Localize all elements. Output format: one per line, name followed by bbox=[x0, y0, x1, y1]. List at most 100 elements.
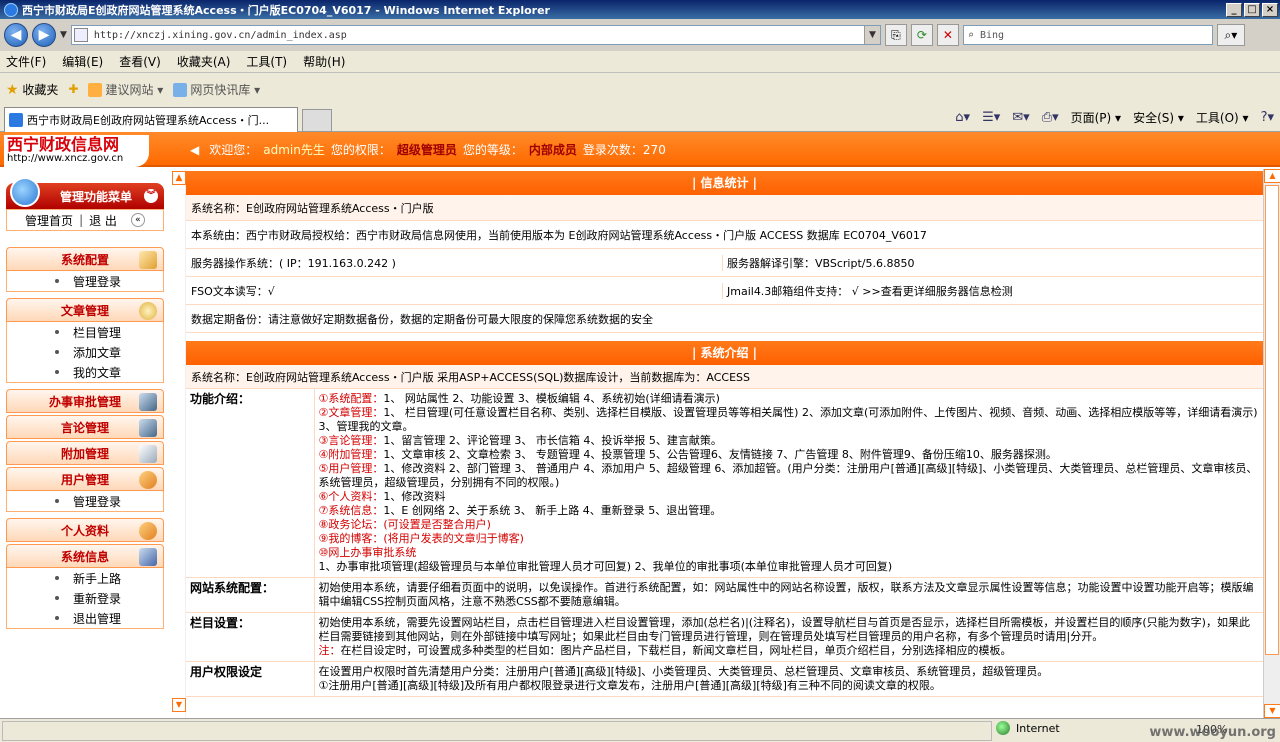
slice-icon bbox=[173, 83, 188, 97]
comments-icon bbox=[139, 419, 157, 437]
func-line: ⑦系统信息：1、E 创网络 2、关于系统 3、 新手上路 4、重新登录 5、退出… bbox=[318, 504, 722, 517]
tab-page-icon bbox=[9, 113, 23, 127]
section-header[interactable]: 系统信息 bbox=[6, 544, 164, 568]
section-header[interactable]: 办事审批管理 bbox=[6, 389, 164, 413]
sidebar-section-sysinfo: 系统信息 新手上路 重新登录 退出管理 bbox=[6, 544, 164, 629]
search-input[interactable]: ⌕ Bing bbox=[962, 25, 1213, 45]
menu-help[interactable]: 帮助(H) bbox=[303, 53, 345, 70]
chevron-left-icon[interactable]: « bbox=[130, 213, 145, 227]
add-favorite-icon[interactable]: ✚ bbox=[68, 82, 78, 96]
safety-menu[interactable]: 安全(S) ▾ bbox=[1133, 109, 1184, 126]
menu-file[interactable]: 文件(F) bbox=[6, 53, 46, 70]
address-field[interactable]: http://xnczj.xining.gov.cn/admin_index.a… bbox=[70, 25, 881, 45]
users-icon bbox=[139, 471, 157, 489]
tools-menu[interactable]: 工具(O) ▾ bbox=[1196, 109, 1249, 126]
back-button[interactable]: ◀ bbox=[4, 23, 28, 47]
menu-globe-icon bbox=[10, 177, 40, 207]
site-logo[interactable]: 西宁财政信息网 http://www.xncz.gov.cn bbox=[4, 135, 149, 167]
info-component-row: FSO文本读写：√ Jmail4.3邮箱组件支持： √ >>查看更详细服务器信息… bbox=[186, 277, 1263, 305]
func-line: ④附加管理：1、文章审核 2、文章检索 3、 专题管理 4、投票管理 5、公告管… bbox=[318, 448, 1057, 461]
sidebar-scroll-down-icon[interactable]: ▼ bbox=[172, 698, 186, 712]
new-tab-button[interactable] bbox=[302, 109, 332, 132]
star-icon: ★ bbox=[6, 81, 19, 98]
maximize-button[interactable]: □ bbox=[1244, 2, 1260, 17]
page-menu[interactable]: 页面(P) ▾ bbox=[1071, 109, 1121, 126]
site-config-content: 初始使用本系统，请要仔细看页面中的说明，以免误操作。首进行系统配置，如：网站属性… bbox=[313, 577, 1263, 613]
favorites-button[interactable]: ★ 收藏夹 bbox=[6, 81, 58, 98]
sidebar: ▲ 管理功能菜单 ︾ 管理首页 | 退 出 « 系统配置 管理登录 文章管理 栏… bbox=[0, 169, 186, 718]
func-line: ⑨我的博客：(将用户发表的文章归于博客) bbox=[318, 532, 524, 545]
refresh-icon[interactable]: ⟳ bbox=[910, 24, 933, 46]
section-header[interactable]: 用户管理 bbox=[6, 467, 164, 491]
forward-button[interactable]: ▶ bbox=[32, 23, 56, 47]
menu-favorites[interactable]: 收藏夹(A) bbox=[177, 53, 231, 70]
func-line: ⑤用户管理：1、修改资料 2、部门管理 3、 普通用户 4、添加用户 5、超级管… bbox=[318, 462, 1258, 489]
section-header[interactable]: 言论管理 bbox=[6, 415, 164, 439]
compat-view-icon[interactable]: ⎘ bbox=[884, 24, 907, 46]
calendar-icon bbox=[139, 548, 157, 566]
stop-icon[interactable]: ✕ bbox=[936, 24, 959, 46]
tab-row: 西宁市财政局E创政府网站管理系统Access・门... ⌂▾ ☰▾ ✉▾ ⎙▾ … bbox=[0, 105, 1280, 132]
history-dropdown-icon[interactable]: ▼ bbox=[60, 30, 67, 40]
jmail-support[interactable]: Jmail4.3邮箱组件支持： √ >>查看更详细服务器信息检测 bbox=[722, 282, 1258, 299]
scroll-thumb[interactable] bbox=[1265, 185, 1279, 655]
section-header[interactable]: 个人资料 bbox=[6, 518, 164, 542]
web-slice-link[interactable]: 网页快讯库 ▾ bbox=[173, 81, 260, 98]
sidebar-item-add-article[interactable]: 添加文章 bbox=[7, 342, 163, 362]
section-header[interactable]: 附加管理 bbox=[6, 441, 164, 465]
favorites-bar: ★ 收藏夹 ✚ 建议网站 ▾ 网页快讯库 ▾ bbox=[0, 73, 1280, 105]
section-header[interactable]: 系统配置 bbox=[6, 247, 164, 271]
sidebar-item-exit[interactable]: 退出管理 bbox=[7, 608, 163, 628]
sidebar-item-relogin[interactable]: 重新登录 bbox=[7, 588, 163, 608]
address-url: http://xnczj.xining.gov.cn/admin_index.a… bbox=[93, 29, 347, 41]
level-label: 您的等级： bbox=[462, 143, 523, 157]
menu-view[interactable]: 查看(V) bbox=[119, 53, 161, 70]
watermark: www.wooyun.org bbox=[1149, 725, 1276, 740]
menu-edit[interactable]: 编辑(E) bbox=[62, 53, 103, 70]
rights-label: 您的权限： bbox=[330, 143, 391, 157]
func-content: ①系统配置：1、 网站属性 2、功能设置 3、模板编辑 4、系统初始(详细请看演… bbox=[313, 389, 1263, 578]
menu-tools[interactable]: 工具(T) bbox=[246, 53, 287, 70]
section-header[interactable]: 文章管理 bbox=[6, 298, 164, 322]
sidebar-menu-title: 管理功能菜单 bbox=[60, 189, 133, 204]
suggested-sites-link[interactable]: 建议网站 ▾ bbox=[88, 81, 163, 98]
command-bar: ⌂▾ ☰▾ ✉▾ ⎙▾ 页面(P) ▾ 安全(S) ▾ 工具(O) ▾ ?▾ bbox=[955, 109, 1274, 126]
func-line: ⑧政务论坛：(可设置是否整合用户) bbox=[318, 518, 491, 531]
sidebar-item-getting-started[interactable]: 新手上路 bbox=[7, 568, 163, 588]
main-scrollbar[interactable]: ▲ ▼ bbox=[1263, 169, 1280, 718]
status-text-cell bbox=[2, 720, 992, 741]
sidebar-item-login[interactable]: 管理登录 bbox=[7, 271, 163, 291]
intro-sys-name: 系统名称：E创政府网站管理系统Access・门户版 采用ASP+ACCESS(S… bbox=[186, 365, 1263, 389]
sidebar-menu-header: 管理功能菜单 ︾ bbox=[6, 177, 164, 209]
scroll-down-icon[interactable]: ▼ bbox=[1264, 704, 1280, 718]
print-icon[interactable]: ⎙▾ bbox=[1042, 110, 1059, 125]
globe-icon bbox=[996, 721, 1010, 735]
mail-icon[interactable]: ✉▾ bbox=[1012, 110, 1029, 125]
sidebar-scroll-up-icon[interactable]: ▲ bbox=[172, 171, 186, 185]
func-line: ①系统配置：1、 网站属性 2、功能设置 3、模板编辑 4、系统初始(详细请看演… bbox=[318, 392, 720, 405]
home-icon[interactable]: ⌂▾ bbox=[955, 110, 970, 125]
func-line: ③言论管理：1、留言管理 2、评论管理 3、 市长信箱 4、投诉举报 5、建言献… bbox=[318, 434, 722, 447]
welcome-label: 欢迎您： bbox=[209, 143, 258, 157]
minimize-button[interactable]: _ bbox=[1226, 2, 1242, 17]
sidebar-item-my-articles[interactable]: 我的文章 bbox=[7, 362, 163, 382]
help-icon[interactable]: ?▾ bbox=[1261, 110, 1274, 125]
chevron-down-icon[interactable]: ︾ bbox=[144, 189, 158, 203]
info-backup: 数据定期备份：请注意做好定期数据备份，数据的定期备份可最大限度的保障您系统数据的… bbox=[186, 305, 1263, 333]
tab-admin[interactable]: 西宁市财政局E创政府网站管理系统Access・门... bbox=[4, 107, 298, 132]
scroll-up-icon[interactable]: ▲ bbox=[1264, 169, 1280, 183]
info-server-row: 服务器操作系统：( IP：191.163.0.242 ) 服务器解译引擎：VBS… bbox=[186, 249, 1263, 277]
info-usage: 本系统由：西宁市财政局授权给：西宁市财政局信息网使用，当前使用版本为 E创政府网… bbox=[186, 221, 1263, 249]
address-dropdown-icon[interactable]: ▼ bbox=[863, 26, 880, 44]
search-placeholder: Bing bbox=[979, 29, 1005, 41]
admin-home-link[interactable]: 管理首页 bbox=[25, 212, 73, 229]
search-go-button[interactable]: ⌕▾ bbox=[1216, 24, 1245, 46]
logout-link[interactable]: 退 出 bbox=[89, 212, 117, 229]
func-line: 1、办事审批项管理(超级管理员与本单位审批管理人员才可回复) 2、我单位的审批事… bbox=[318, 560, 893, 573]
sidebar-item-columns[interactable]: 栏目管理 bbox=[7, 322, 163, 342]
feeds-icon[interactable]: ☰▾ bbox=[982, 110, 1000, 125]
menu-bar: 文件(F) 编辑(E) 查看(V) 收藏夹(A) 工具(T) 帮助(H) bbox=[0, 51, 1280, 73]
sidebar-item-user-login[interactable]: 管理登录 bbox=[7, 491, 163, 511]
close-button[interactable]: × bbox=[1262, 2, 1278, 17]
intro-table: 功能介绍： ①系统配置：1、 网站属性 2、功能设置 3、模板编辑 4、系统初始… bbox=[186, 389, 1263, 697]
